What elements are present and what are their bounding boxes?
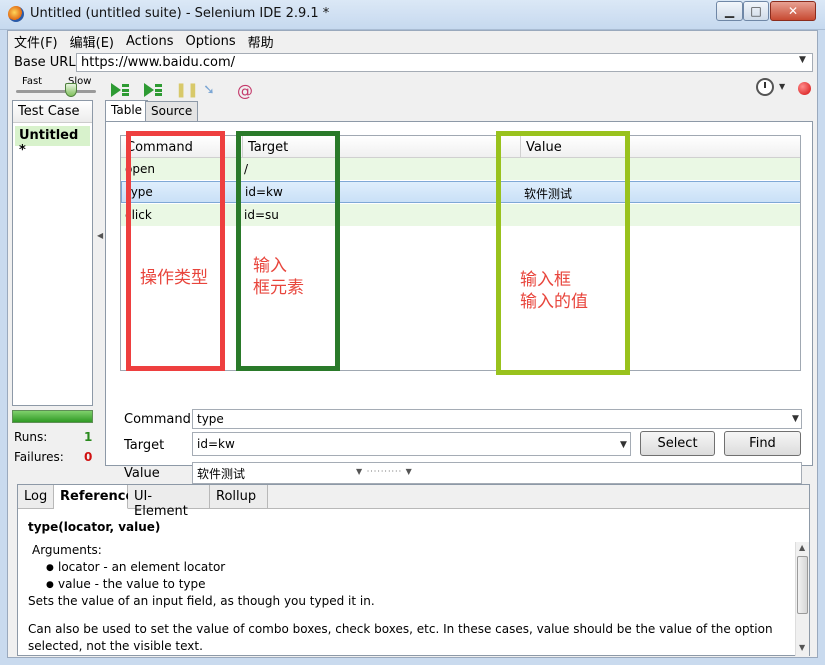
reference-description: Sets the value of an input field, as tho… [28, 594, 375, 608]
annotation-box-command [126, 131, 225, 371]
value-label: Value [124, 466, 160, 481]
base-url-input[interactable]: https://www.baidu.com/ [76, 53, 813, 72]
scrollbar-thumb[interactable] [797, 556, 808, 614]
splitter-handle[interactable]: ▼ ·········· ▼ [356, 467, 413, 476]
base-url-label: Base URL [14, 55, 76, 70]
pause-icon[interactable]: ❚❚ [175, 81, 198, 99]
menu-bar: 文件(F) 编辑(E) Actions Options 帮助 [8, 31, 817, 51]
command-label: Command [124, 412, 191, 427]
clock-icon[interactable] [756, 78, 774, 96]
runs-count: 1 [84, 430, 93, 444]
run-progress-bar [12, 410, 93, 423]
find-button[interactable]: Find [724, 431, 801, 456]
runs-label: Runs: [14, 430, 48, 444]
window-title: Untitled (untitled suite) - Selenium IDE… [30, 6, 330, 21]
tab-source[interactable]: Source [145, 101, 199, 121]
speed-slider-track[interactable] [16, 90, 96, 93]
chevron-down-icon[interactable]: ▼ [620, 440, 627, 450]
scroll-down-icon[interactable]: ▼ [799, 643, 805, 652]
select-button[interactable]: Select [640, 431, 715, 456]
reference-content: type(locator, value) Arguments: locator … [28, 519, 788, 655]
bottom-panel: Log Reference UI-Element Rollup type(loc… [17, 484, 810, 656]
tab-log[interactable]: Log [18, 485, 54, 509]
target-input[interactable]: id=kw [192, 432, 631, 456]
menu-file[interactable]: 文件(F) [14, 32, 58, 51]
command-input[interactable]: type [192, 409, 802, 429]
chevron-down-icon[interactable]: ▼ [799, 55, 806, 65]
step-icon[interactable]: ➘ [198, 81, 220, 99]
chevron-down-icon[interactable]: ▼ [779, 82, 785, 91]
tab-table[interactable]: Table [105, 100, 149, 121]
tab-strip-filler [268, 485, 809, 509]
failures-count: 0 [84, 450, 93, 464]
play-suite-icon[interactable] [109, 81, 131, 99]
speed-slider-handle[interactable] [65, 83, 77, 97]
chevron-down-icon[interactable]: ▼ [792, 414, 799, 424]
editor-panel: Command Target Value open / type id=kw 软… [105, 121, 813, 484]
rollup-icon[interactable]: @ [234, 81, 256, 100]
speed-fast-label: Fast [22, 76, 43, 87]
annotation-box-value [496, 131, 630, 375]
close-button[interactable]: ✕ [770, 1, 816, 21]
scroll-up-icon[interactable]: ▲ [799, 543, 805, 552]
window-client: 文件(F) 编辑(E) Actions Options 帮助 Base URL … [7, 30, 818, 658]
play-test-case-icon[interactable] [142, 81, 164, 99]
target-label: Target [124, 438, 165, 453]
firefox-icon [8, 6, 24, 22]
test-case-item[interactable]: Untitled * [15, 126, 90, 158]
reference-scrollbar[interactable]: ▲ ▼ [795, 542, 809, 656]
annotation-text-value: 输入框 输入的值 [520, 270, 588, 312]
menu-actions[interactable]: Actions [126, 34, 174, 49]
annotation-text-command: 操作类型 [140, 268, 208, 288]
title-bar: Untitled (untitled suite) - Selenium IDE… [0, 0, 825, 30]
menu-options[interactable]: Options [185, 34, 235, 49]
minimize-button[interactable]: ▁ [716, 1, 743, 21]
reference-description-2: Can also be used to set the value of com… [28, 622, 773, 653]
test-case-panel: Test Case Untitled * [12, 100, 93, 406]
tab-reference[interactable]: Reference [54, 485, 134, 509]
failures-label: Failures: [14, 450, 64, 464]
test-case-header: Test Case [13, 101, 92, 123]
reference-args-label: Arguments: [32, 543, 102, 557]
list-item: locator - an element locator [46, 559, 788, 577]
maximize-button[interactable]: □ [743, 1, 769, 21]
reference-title: type(locator, value) [28, 520, 161, 534]
tab-rollup[interactable]: Rollup [210, 485, 268, 509]
annotation-text-target: 输入 框元素 [253, 256, 304, 298]
menu-help[interactable]: 帮助 [248, 32, 274, 51]
annotation-box-target [236, 131, 340, 371]
record-icon[interactable] [798, 82, 811, 95]
list-item: value - the value to type [46, 576, 788, 594]
menu-edit[interactable]: 编辑(E) [70, 32, 114, 51]
tab-ui-element[interactable]: UI-Element [128, 485, 210, 519]
value-input[interactable]: 软件测试 [192, 462, 802, 484]
splitter-handle[interactable]: ◀ [97, 231, 103, 240]
